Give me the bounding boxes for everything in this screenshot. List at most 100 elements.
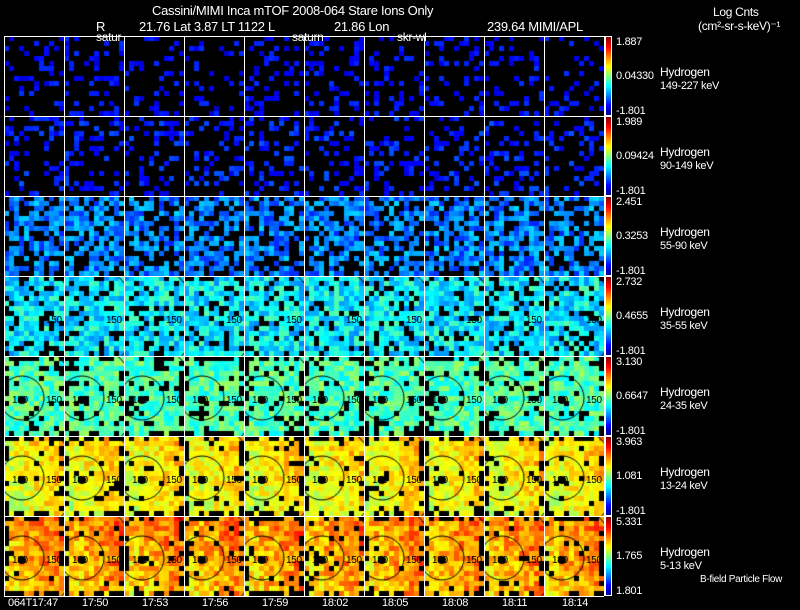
image-cell: 180 150 <box>4 436 64 516</box>
time-label: 18:02 <box>322 597 349 609</box>
contour-label-150: 150 <box>226 395 242 406</box>
colorbar-mid: 0.04330 <box>616 70 654 82</box>
contour-label-150: 150 <box>466 475 482 486</box>
contour-label-150: 150 <box>526 315 542 326</box>
image-cell <box>364 196 424 276</box>
colorbar <box>605 436 612 516</box>
image-cell <box>124 196 184 276</box>
image-cell <box>184 36 244 116</box>
time-label: 064T17:47 <box>8 597 58 609</box>
contour-label-150: 150 <box>106 315 122 326</box>
image-cell: 180 150 <box>304 516 364 596</box>
image-cell: 180 150 <box>424 516 484 596</box>
image-cell <box>484 116 544 196</box>
image-cell: 180 150 <box>364 436 424 516</box>
grid-line <box>4 116 604 117</box>
colorbar-max: 3.130 <box>616 356 643 368</box>
image-cell <box>424 36 484 116</box>
contour-label-180: 180 <box>252 555 268 566</box>
contour-label-150: 150 <box>286 395 302 406</box>
contour-label-150: 150 <box>106 555 122 566</box>
contour-label-150: 150 <box>346 555 362 566</box>
plot-title: Cassini/MIMI Inca mTOF 2008-064 Stare Io… <box>152 3 434 18</box>
species-label: Hydrogen <box>660 145 710 159</box>
species-label: Hydrogen <box>660 385 710 399</box>
grid-line <box>424 36 425 596</box>
time-label: 17:59 <box>262 597 289 609</box>
species-label: Hydrogen <box>660 225 710 239</box>
contour-label-150: 150 <box>46 555 62 566</box>
image-cell <box>364 36 424 116</box>
contour-label-180: 180 <box>192 475 208 486</box>
contour-label-150: 150 <box>286 475 302 486</box>
image-cell: 180 150 <box>544 356 604 436</box>
intensity-map <box>304 196 364 276</box>
contour-label-180: 180 <box>492 475 508 486</box>
image-cell <box>304 196 364 276</box>
image-cell <box>64 196 124 276</box>
image-cell: 180 150 <box>364 516 424 596</box>
colorbar-mid: 1.081 <box>616 470 643 482</box>
grid-line <box>4 436 604 437</box>
image-cell: 180 150 <box>424 436 484 516</box>
contour-label-180: 180 <box>552 475 568 486</box>
contour-label-180: 180 <box>72 475 88 486</box>
contour-label-180: 180 <box>432 395 448 406</box>
contour-label-180: 180 <box>492 555 508 566</box>
grid-line <box>4 36 5 596</box>
marker-skr-wl: skr-wl <box>397 30 427 44</box>
contour-label-180: 180 <box>312 395 328 406</box>
marker-saturn: saturn <box>292 30 324 44</box>
image-cell: 150 <box>124 276 184 356</box>
image-cell: 180 150 <box>4 516 64 596</box>
contour-label-180: 180 <box>432 475 448 486</box>
colorbar-mid: 0.3253 <box>616 230 648 242</box>
image-cell <box>184 196 244 276</box>
contour-label-150: 150 <box>46 315 62 326</box>
species-label: Hydrogen <box>660 305 710 319</box>
grid-line <box>364 36 365 596</box>
contour-label-180: 180 <box>192 555 208 566</box>
image-cell: 180 150 <box>124 436 184 516</box>
image-cell <box>244 116 304 196</box>
image-cell: 180 150 <box>484 436 544 516</box>
contour-label-180: 180 <box>312 475 328 486</box>
intensity-map <box>304 116 364 196</box>
image-cell: 150 <box>244 276 304 356</box>
intensity-map <box>244 36 304 116</box>
contour-label-180: 180 <box>552 555 568 566</box>
image-cell: 180 150 <box>484 516 544 596</box>
species-label: Hydrogen <box>660 545 710 559</box>
image-cell <box>244 36 304 116</box>
colorbar-max: 3.963 <box>616 436 643 448</box>
image-cell: 180 150 <box>244 436 304 516</box>
intensity-map <box>424 36 484 116</box>
intensity-map <box>124 196 184 276</box>
image-cell: 150 <box>364 276 424 356</box>
contour-label-150: 150 <box>166 555 182 566</box>
image-cell <box>484 36 544 116</box>
energy-label: 5-13 keV <box>660 560 702 572</box>
contour-label-180: 180 <box>132 475 148 486</box>
time-label: 17:53 <box>142 597 169 609</box>
image-cell: 180 150 <box>424 356 484 436</box>
intensity-map <box>424 116 484 196</box>
image-cell <box>4 116 64 196</box>
contour-label-180: 180 <box>132 395 148 406</box>
image-cell <box>364 116 424 196</box>
contour-label-150: 150 <box>166 395 182 406</box>
contour-label-180: 180 <box>72 395 88 406</box>
contour-label-180: 180 <box>372 475 388 486</box>
grid-line <box>4 276 604 277</box>
image-cell <box>4 36 64 116</box>
contour-label-180: 180 <box>12 475 28 486</box>
image-cell <box>544 116 604 196</box>
contour-label-150: 150 <box>406 555 422 566</box>
contour-label-150: 150 <box>106 395 122 406</box>
image-cell: 180 150 <box>304 356 364 436</box>
contour-label-150: 150 <box>346 315 362 326</box>
colorbar-max: 2.451 <box>616 196 643 208</box>
time-label: 17:56 <box>202 597 229 609</box>
contour-label-150: 150 <box>466 395 482 406</box>
image-cell: 180 150 <box>124 516 184 596</box>
